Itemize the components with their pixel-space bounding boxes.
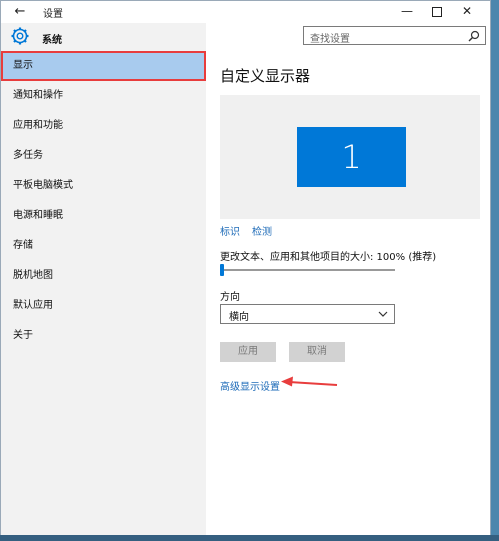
desktop-edge-right bbox=[491, 0, 499, 541]
detect-link[interactable]: 检测 bbox=[252, 223, 272, 238]
orientation-dropdown[interactable]: 横向 bbox=[220, 304, 395, 324]
search-input[interactable]: 查找设置 bbox=[303, 26, 486, 45]
gear-icon bbox=[11, 27, 29, 45]
sidebar-item-tablet-mode[interactable]: 平板电脑模式 bbox=[1, 171, 206, 201]
apply-button[interactable]: 应用 bbox=[220, 342, 276, 362]
sidebar-item-storage[interactable]: 存储 bbox=[1, 231, 206, 261]
back-button[interactable]: ← bbox=[11, 3, 29, 21]
close-button[interactable]: ✕ bbox=[452, 1, 482, 23]
sidebar-item-display[interactable]: 显示 bbox=[1, 51, 206, 81]
scale-slider-thumb[interactable] bbox=[220, 264, 224, 276]
sidebar-header: 系统 bbox=[1, 23, 206, 51]
orientation-value: 横向 bbox=[229, 312, 249, 323]
search-icon bbox=[468, 30, 480, 42]
cancel-button[interactable]: 取消 bbox=[289, 342, 345, 362]
title-bar: ← 设置 — ✕ bbox=[1, 1, 490, 23]
desktop-edge-bottom bbox=[0, 535, 499, 541]
window-title: 设置 bbox=[43, 9, 63, 20]
sidebar-item-power-sleep[interactable]: 电源和睡眠 bbox=[1, 201, 206, 231]
arrow-left-icon: ← bbox=[14, 4, 26, 19]
advanced-display-settings-link[interactable]: 高级显示设置 bbox=[220, 378, 280, 393]
scale-label: 更改文本、应用和其他项目的大小: 100% (推荐) bbox=[220, 252, 437, 263]
page-title: 自定义显示器 bbox=[220, 67, 311, 85]
identify-link[interactable]: 标识 bbox=[220, 223, 240, 238]
maximize-icon bbox=[432, 6, 442, 17]
chevron-down-icon bbox=[378, 311, 388, 317]
minimize-button[interactable]: — bbox=[392, 1, 422, 23]
maximize-button[interactable] bbox=[422, 1, 452, 23]
section-title: 系统 bbox=[42, 35, 62, 46]
search-placeholder: 查找设置 bbox=[310, 34, 350, 45]
annotation-arrow-icon bbox=[281, 376, 338, 387]
settings-window: ← 设置 — ✕ 系统 显示 通知和操作 应用和功能 多任务 平板电脑模式 电源… bbox=[0, 0, 491, 535]
scale-slider-track[interactable] bbox=[220, 269, 395, 271]
sidebar-item-offline-maps[interactable]: 脱机地图 bbox=[1, 261, 206, 291]
sidebar-item-apps[interactable]: 应用和功能 bbox=[1, 111, 206, 141]
monitor-tile[interactable]: 1 bbox=[297, 127, 406, 187]
sidebar-item-default-apps[interactable]: 默认应用 bbox=[1, 291, 206, 321]
sidebar-item-about[interactable]: 关于 bbox=[1, 321, 206, 351]
sidebar-item-multitasking[interactable]: 多任务 bbox=[1, 141, 206, 171]
sidebar-item-notifications[interactable]: 通知和操作 bbox=[1, 81, 206, 111]
orientation-label: 方向 bbox=[220, 292, 240, 303]
sidebar: 系统 显示 通知和操作 应用和功能 多任务 平板电脑模式 电源和睡眠 存储 脱机… bbox=[1, 23, 206, 535]
